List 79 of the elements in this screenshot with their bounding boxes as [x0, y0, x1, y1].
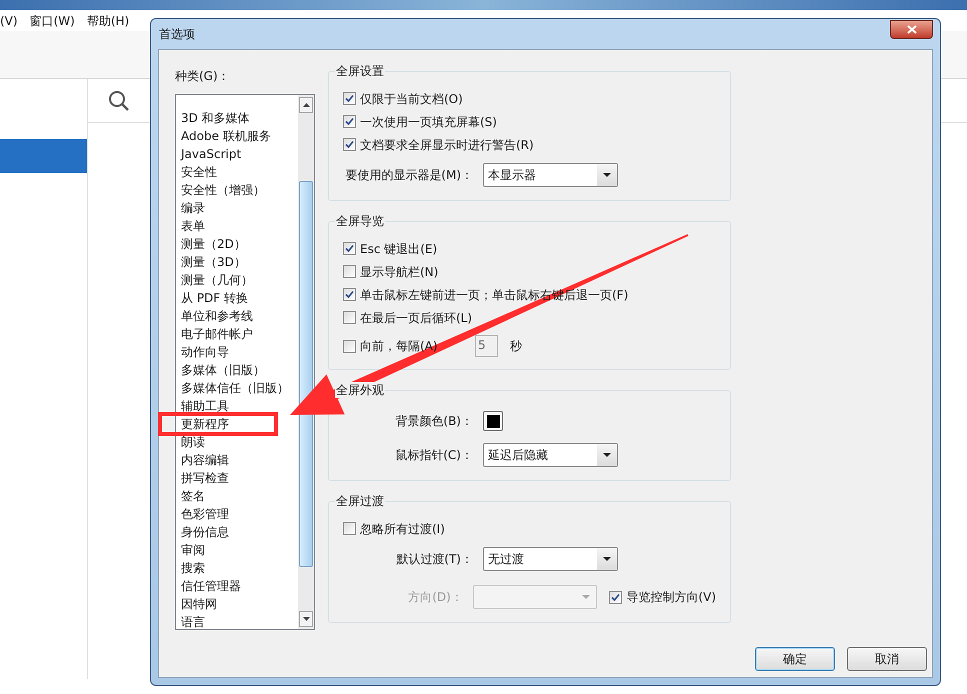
scrollbar[interactable]	[298, 95, 314, 629]
category-item[interactable]: 多媒体（旧版）	[181, 361, 265, 379]
dropdown[interactable]: 延迟后隐藏	[483, 443, 618, 467]
close-icon	[906, 24, 916, 34]
field-label: 要使用的显示器是(M)：	[344, 167, 474, 184]
category-item[interactable]: 语言	[181, 613, 205, 631]
menu-item[interactable]: 帮助(H)	[86, 12, 130, 30]
category-item[interactable]: 安全性	[181, 163, 217, 181]
dropdown-arrow-icon	[603, 453, 611, 457]
dropdown-arrow-icon	[582, 595, 590, 599]
category-item[interactable]: 内容编辑	[181, 451, 229, 469]
category-item[interactable]: 安全性（增强）	[181, 181, 265, 199]
categories-label: 种类(G)：	[175, 68, 231, 85]
category-item[interactable]: 拼写检查	[181, 469, 229, 487]
dialog-title: 首选项	[158, 26, 195, 43]
checkbox[interactable]	[343, 92, 356, 105]
category-item[interactable]: 搜索	[181, 559, 205, 577]
checkbox[interactable]	[343, 115, 356, 128]
category-item[interactable]: 多媒体信任（旧版）	[181, 379, 289, 397]
field-label: 鼠标指针(C)：	[394, 447, 474, 464]
checkbox-label: 一次使用一页填充屏幕(S)	[360, 114, 497, 130]
dialog-button[interactable]: 确定	[755, 647, 835, 671]
category-item[interactable]: 身份信息	[181, 523, 229, 541]
field-label: 方向(D)：	[407, 589, 464, 606]
menu-item[interactable]: 窗口(W)	[30, 12, 75, 30]
checkbox-label: 显示导航栏(N)	[360, 264, 438, 280]
checkbox[interactable]	[343, 242, 356, 255]
category-item[interactable]: 单位和参考线	[181, 307, 253, 325]
dropdown[interactable]: 无过渡	[483, 547, 618, 571]
checkbox[interactable]	[343, 522, 356, 535]
dropdown-arrow-icon	[603, 173, 611, 177]
category-item[interactable]: 因特网	[181, 595, 217, 613]
category-item[interactable]: 审阅	[181, 541, 205, 559]
dropdown-arrow-icon	[603, 557, 611, 561]
category-item[interactable]: 3D 和多媒体	[181, 109, 250, 127]
group-title: 全屏导览	[335, 213, 385, 229]
category-item[interactable]: 动作向导	[181, 343, 229, 361]
category-item[interactable]: 辅助工具	[181, 397, 229, 415]
unit-label: 秒	[510, 338, 522, 355]
category-item[interactable]: 信任管理器	[181, 577, 241, 595]
checkbox-label: 忽略所有过渡(I)	[360, 520, 445, 538]
category-item[interactable]: 测量（几何）	[181, 271, 253, 289]
scroll-thumb[interactable]	[299, 181, 313, 567]
category-item[interactable]: 更新程序	[181, 415, 229, 433]
field-label: 默认过渡(T)：	[395, 551, 474, 568]
category-item[interactable]: 电子邮件帐户	[181, 325, 253, 343]
checkbox-label: 导览控制方向(V)	[626, 589, 716, 606]
category-item[interactable]: 编录	[181, 199, 205, 217]
dialog-button[interactable]: 取消	[847, 647, 927, 671]
menu-item[interactable]: (V)	[0, 12, 18, 30]
up-arrow-icon	[302, 103, 310, 107]
dropdown[interactable]: 本显示器	[483, 163, 618, 187]
checkbox-label: Esc 键退出(E)	[360, 240, 438, 258]
scroll-down-button[interactable]	[299, 611, 313, 627]
checkbox-label: 仅限于当前文档(O)	[360, 90, 463, 108]
group-title: 全屏过渡	[335, 493, 385, 509]
category-item[interactable]: 色彩管理	[181, 505, 229, 523]
color-swatch-button[interactable]	[483, 411, 503, 431]
down-arrow-icon	[302, 617, 310, 621]
category-item[interactable]: 测量（2D）	[181, 235, 246, 253]
category-item[interactable]: 表单	[181, 217, 205, 235]
checkbox-label: 在最后一页后循环(L)	[360, 310, 472, 326]
scroll-up-button[interactable]	[299, 97, 313, 113]
close-button[interactable]	[890, 20, 933, 38]
category-item[interactable]: 朗读	[181, 433, 205, 451]
checkbox[interactable]	[343, 138, 356, 151]
category-item[interactable]: 测量（3D）	[181, 253, 246, 271]
search-icon[interactable]	[108, 90, 130, 112]
checkbox[interactable]	[343, 311, 356, 324]
group-title: 全屏设置	[335, 63, 385, 79]
category-item[interactable]: 签名	[181, 487, 205, 505]
field-label: 背景颜色(B)：	[394, 413, 474, 430]
category-item[interactable]: Adobe 联机服务	[181, 127, 271, 145]
category-item[interactable]: 从 PDF 转换	[181, 289, 248, 307]
checkbox[interactable]	[343, 265, 356, 278]
checkbox-label: 文档要求全屏显示时进行警告(R)	[360, 136, 534, 154]
group-title: 全屏外观	[335, 382, 385, 398]
category-item[interactable]: JavaScript	[181, 145, 242, 163]
checkbox[interactable]	[343, 288, 356, 301]
